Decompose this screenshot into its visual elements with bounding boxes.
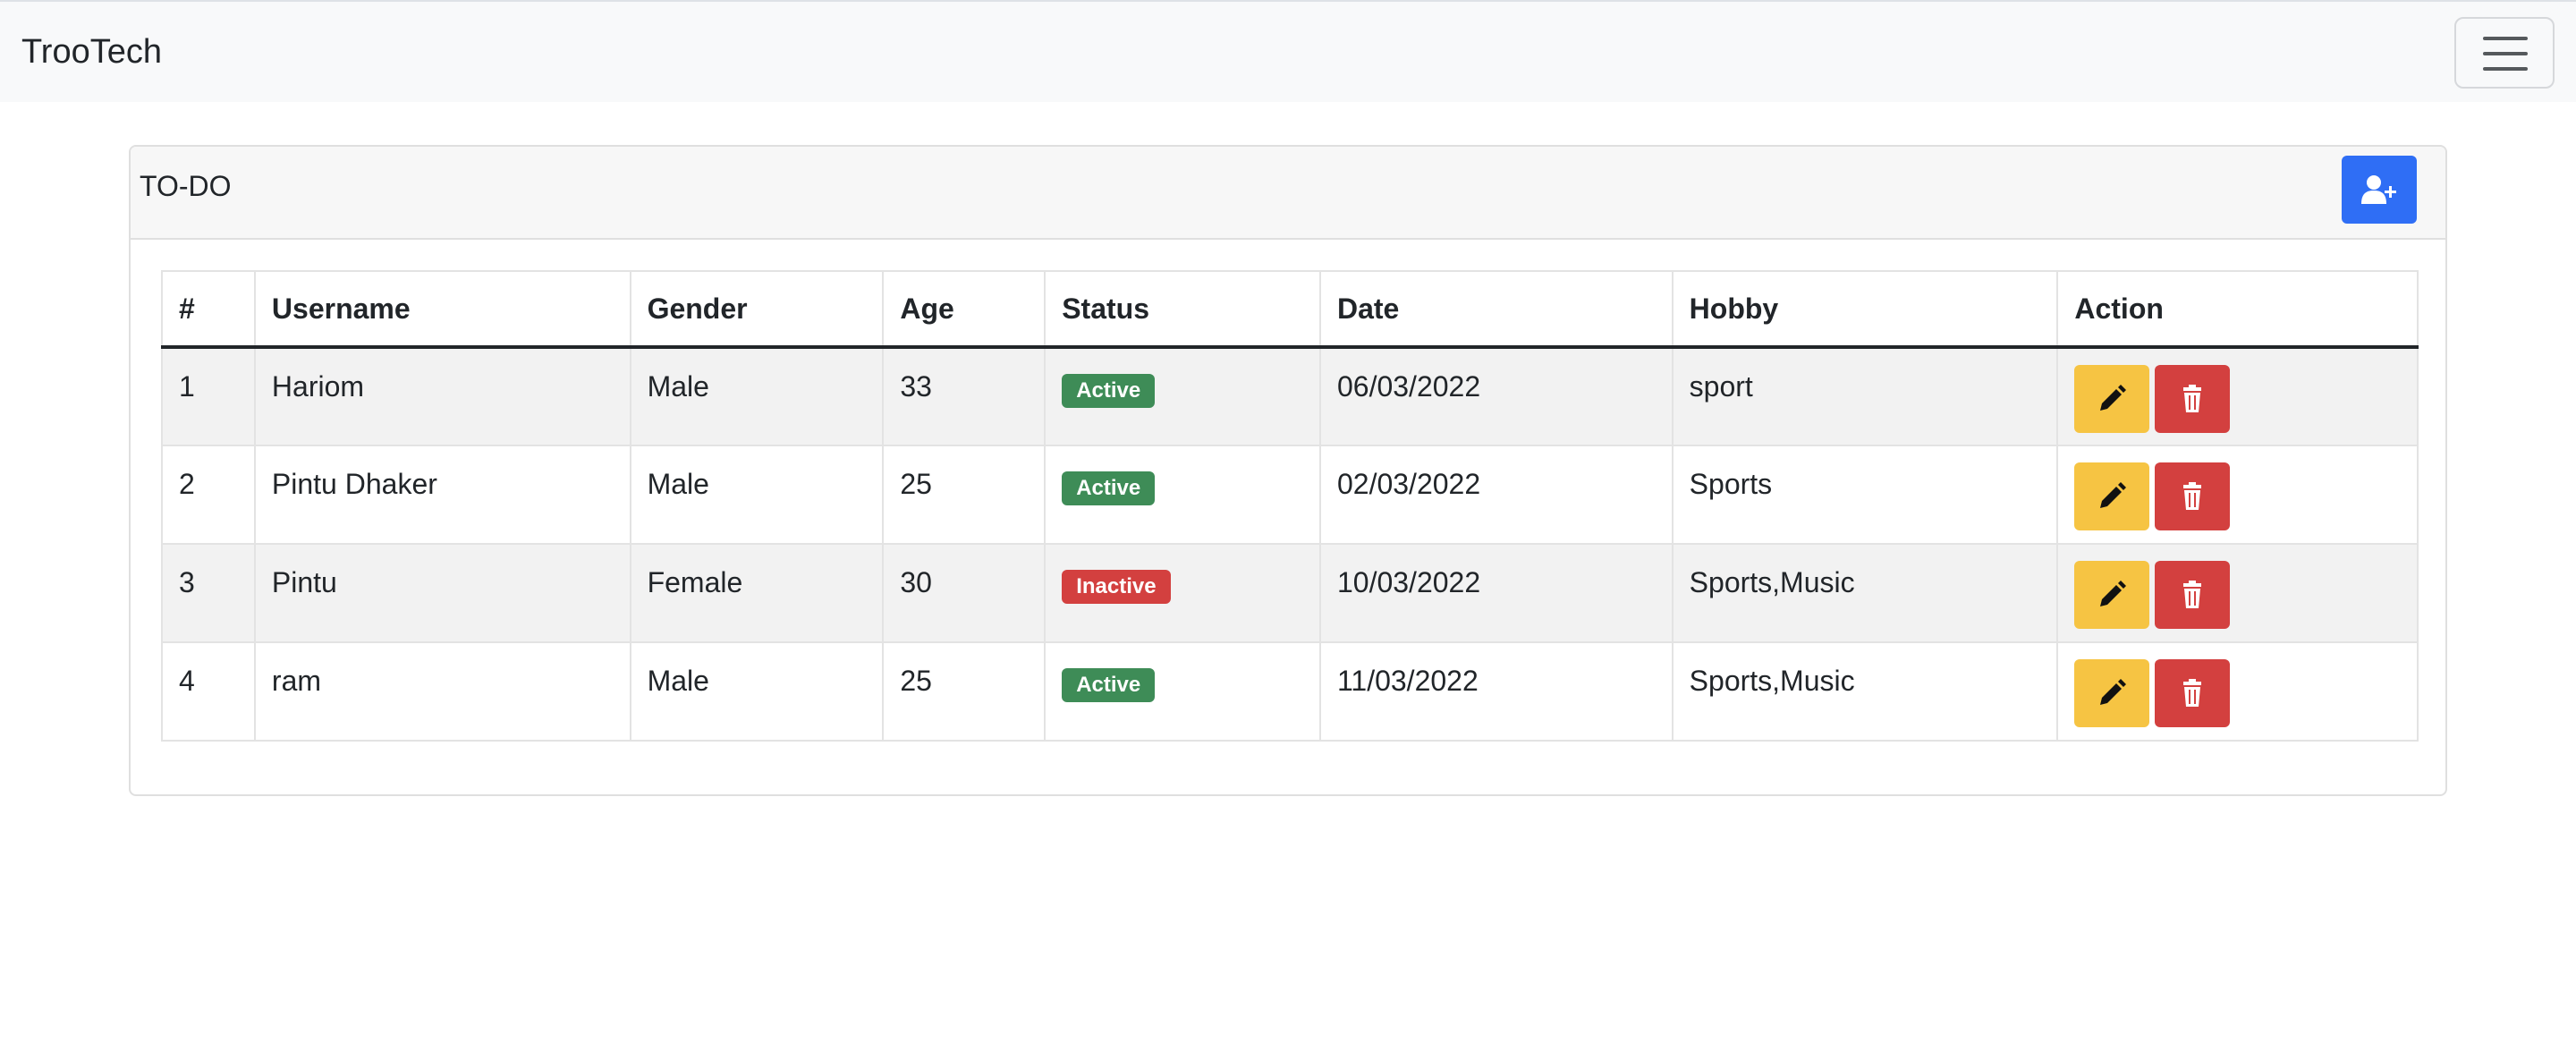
cell-gender: Female (629, 543, 885, 643)
delete-button[interactable] (2155, 659, 2231, 727)
cell-action (2056, 641, 2419, 742)
pencil-icon (2100, 482, 2127, 508)
cell-action (2056, 543, 2419, 643)
cell-username: Hariom (253, 346, 631, 446)
trash-icon (2183, 679, 2202, 707)
cell-date: 10/03/2022 (1318, 543, 1674, 643)
cell-id: 2 (161, 445, 256, 545)
header-number: # (161, 270, 256, 349)
edit-button[interactable] (2074, 462, 2150, 530)
cell-date: 02/03/2022 (1318, 445, 1674, 545)
navbar: TrooTech (0, 0, 2576, 102)
pencil-icon (2100, 581, 2127, 606)
card-title: TO-DO (140, 170, 232, 202)
delete-button[interactable] (2155, 561, 2231, 629)
cell-id: 1 (161, 346, 256, 446)
cell-action (2056, 445, 2419, 545)
cell-hobby: Sports,Music (1671, 641, 2059, 742)
cell-age: 33 (882, 346, 1046, 446)
user-plus-icon (2361, 175, 2396, 204)
cell-gender: Male (629, 445, 885, 545)
table-row: 1 Hariom Male 33 Active 06/03/2022 sport (161, 346, 2419, 446)
header-gender: Gender (629, 270, 885, 349)
table-row: 2 Pintu Dhaker Male 25 Active 02/03/2022… (161, 445, 2419, 545)
cell-status: Active (1044, 641, 1321, 742)
card-header: TO-DO (131, 147, 2445, 240)
cell-date: 06/03/2022 (1318, 346, 1674, 446)
edit-button[interactable] (2074, 365, 2150, 433)
table-row: 4 ram Male 25 Active 11/03/2022 Sports,M… (161, 641, 2419, 742)
cell-hobby: Sports,Music (1671, 543, 2059, 643)
edit-button[interactable] (2074, 659, 2150, 727)
cell-age: 25 (882, 641, 1046, 742)
cell-username: Pintu Dhaker (253, 445, 631, 545)
pencil-icon (2100, 679, 2127, 705)
trash-icon (2183, 385, 2202, 412)
hamburger-menu-icon (2483, 37, 2528, 71)
cell-hobby: Sports (1671, 445, 2059, 545)
cell-id: 4 (161, 641, 256, 742)
delete-button[interactable] (2155, 365, 2231, 433)
cell-age: 30 (882, 543, 1046, 643)
header-date: Date (1318, 270, 1674, 349)
cell-date: 11/03/2022 (1318, 641, 1674, 742)
pencil-icon (2100, 385, 2127, 411)
cell-status: Inactive (1044, 543, 1321, 643)
edit-button[interactable] (2074, 561, 2150, 629)
cell-status: Active (1044, 445, 1321, 545)
cell-id: 3 (161, 543, 256, 643)
cell-hobby: sport (1671, 346, 2059, 446)
cell-gender: Male (629, 346, 885, 446)
table-header-row: # Username Gender Age Status Date Hobby … (161, 270, 2419, 349)
header-action: Action (2056, 270, 2419, 349)
cell-gender: Male (629, 641, 885, 742)
trash-icon (2183, 581, 2202, 608)
cell-age: 25 (882, 445, 1046, 545)
cell-username: Pintu (253, 543, 631, 643)
delete-button[interactable] (2155, 462, 2231, 530)
add-user-button[interactable] (2342, 156, 2417, 224)
header-username: Username (253, 270, 631, 349)
brand-logo[interactable]: TrooTech (21, 29, 162, 75)
users-table: # Username Gender Age Status Date Hobby … (161, 270, 2419, 742)
trash-icon (2183, 482, 2202, 510)
status-badge: Inactive (1062, 570, 1171, 604)
todo-card: TO-DO # Username Gender Age Status Date … (129, 145, 2447, 796)
status-badge: Active (1062, 374, 1156, 408)
cell-username: ram (253, 641, 631, 742)
status-badge: Active (1062, 471, 1156, 505)
navbar-toggle-button[interactable] (2454, 17, 2555, 89)
header-hobby: Hobby (1671, 270, 2059, 349)
cell-status: Active (1044, 346, 1321, 446)
header-status: Status (1044, 270, 1321, 349)
table-row: 3 Pintu Female 30 Inactive 10/03/2022 Sp… (161, 543, 2419, 643)
status-badge: Active (1062, 668, 1156, 702)
cell-action (2056, 346, 2419, 446)
header-age: Age (882, 270, 1046, 349)
